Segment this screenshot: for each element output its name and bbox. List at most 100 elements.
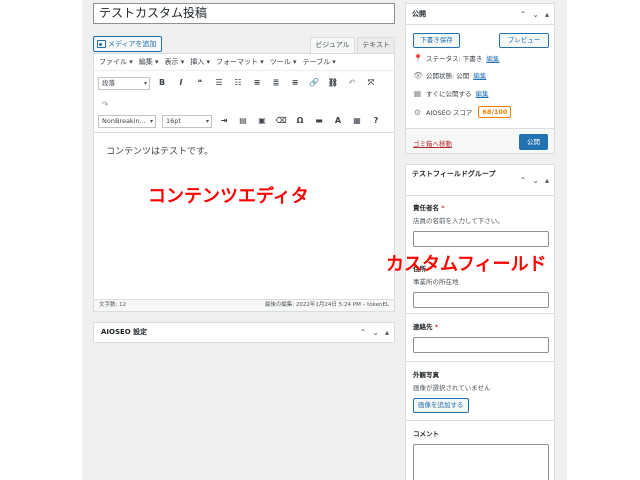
aioseo-score-label: AIOSEO スコア — [426, 109, 473, 117]
menu-format[interactable]: フォーマット ▾ — [216, 57, 264, 67]
indent-icon[interactable]: ⇥ — [217, 114, 231, 128]
required-mark: * — [434, 323, 439, 331]
align-right-icon[interactable]: ≡ — [288, 76, 302, 90]
field-label: 連絡先 — [413, 323, 433, 331]
required-mark: * — [441, 204, 445, 212]
move-up-icon[interactable]: ⌃ — [520, 4, 527, 25]
field-manager-name: 責任者名 * 店員の名前を入力して下さい。 — [413, 202, 549, 247]
field-description: 画像が選択されていません — [413, 384, 491, 392]
divider — [406, 420, 554, 421]
trash-link[interactable]: ゴミ箱へ移動 — [413, 138, 452, 148]
post-title-input[interactable]: テストカスタム投稿 — [93, 3, 395, 24]
clear-format-icon[interactable]: ⌫ — [274, 114, 288, 128]
custom-field-box-title: テストフィールドグループ — [412, 170, 496, 178]
publish-box-footer: ゴミ箱へ移動 公開 — [406, 128, 554, 153]
tab-text[interactable]: テキスト — [357, 37, 395, 53]
editor-content-text: コンテンツはテストです。 — [106, 147, 214, 157]
editor-menubar: ファイル ▾ 編集 ▾ 表示 ▾ 挿入 ▾ フォーマット ▾ ツール ▾ テーブ… — [94, 54, 394, 71]
toggle-icon[interactable]: ▴ — [545, 4, 549, 25]
paste-text-icon[interactable]: ▤ — [236, 114, 250, 128]
editor-toolbar-2: NonBreakin... 16pt ⇥ ▤ ▣ ⌫ Ω ▬ A ▦ ? — [94, 110, 394, 132]
edit-status-link[interactable]: 編集 — [486, 53, 499, 63]
menu-file[interactable]: ファイル ▾ — [99, 57, 133, 67]
save-draft-button[interactable]: 下書き保存 — [413, 33, 460, 48]
custom-field-annotation: カスタムフィールド — [386, 254, 547, 275]
text-color-icon[interactable]: A — [331, 114, 345, 128]
aioseo-logo-icon: ⚙ — [413, 107, 422, 117]
status-label: ステータス: 下書き — [426, 55, 483, 63]
editor-toolbar-1: 段落 B I ❝ ☰ ☷ ≡ ≣ ≡ 🔗 ⛓ ↶ ⤧ — [94, 72, 394, 94]
field-contact: 連絡先 * — [413, 321, 549, 353]
fullscreen-icon[interactable]: ⤧ — [364, 76, 378, 90]
clipboard-icon[interactable]: ▣ — [255, 114, 269, 128]
unlink-icon[interactable]: ⛓ — [326, 76, 340, 90]
menu-edit[interactable]: 編集 ▾ — [139, 57, 159, 67]
format-select[interactable]: 段落 — [98, 76, 150, 90]
publish-button[interactable]: 公開 — [519, 134, 548, 150]
toggle-icon[interactable]: ▴ — [545, 165, 549, 196]
align-center-icon[interactable]: ≣ — [269, 76, 283, 90]
content-editor-annotation: コンテンツエディタ — [148, 186, 309, 207]
table-icon[interactable]: ▦ — [350, 114, 364, 128]
move-up-icon[interactable]: ⌃ — [520, 165, 527, 196]
bold-icon[interactable]: B — [155, 76, 169, 90]
left-margin — [0, 0, 82, 480]
divider — [406, 361, 554, 362]
visibility-label: 公開状態: 公開 — [426, 72, 470, 80]
last-edited: 最後の編集: 2022年1月24日 5:24 PM – tokenEL — [264, 302, 389, 308]
schedule-row: ▦ すぐに公開する 編集 — [413, 88, 489, 99]
custom-field-box-header: テストフィールドグループ ⌃ ⌄ ▴ — [406, 165, 554, 196]
blockquote-icon[interactable]: ❝ — [193, 76, 207, 90]
move-down-icon[interactable]: ⌄ — [532, 165, 539, 196]
status-row: 📍 ステータス: 下書き 編集 — [413, 53, 499, 64]
help-icon[interactable]: ? — [369, 114, 383, 128]
omega-icon[interactable]: Ω — [293, 114, 307, 128]
bullet-list-icon[interactable]: ☰ — [212, 76, 226, 90]
editor-content-area[interactable]: コンテンツはテストです。 — [94, 132, 394, 299]
aioseo-score-badge[interactable]: 68/100 — [478, 106, 512, 118]
menu-tools[interactable]: ツール ▾ — [270, 57, 297, 67]
link-icon[interactable]: 🔗 — [307, 76, 321, 90]
move-down-icon[interactable]: ⌄ — [532, 4, 539, 25]
preview-button[interactable]: プレビュー — [499, 33, 549, 48]
calendar-icon: ▦ — [413, 88, 422, 98]
menu-table[interactable]: テーブル ▾ — [303, 57, 336, 67]
font-family-select[interactable]: NonBreakin... — [98, 114, 156, 128]
publish-box-title: 公開 — [412, 10, 426, 18]
add-media-label: メディアを追加 — [108, 40, 157, 48]
right-margin — [567, 0, 640, 480]
move-down-icon[interactable]: ⌄ — [372, 323, 379, 342]
add-image-button[interactable]: 画像を追加する — [413, 398, 469, 413]
add-media-button[interactable]: メディアを追加 — [93, 36, 162, 52]
undo-icon[interactable]: ↶ — [345, 76, 359, 90]
media-icon — [97, 40, 106, 48]
field-label: 外観写真 — [413, 371, 439, 379]
toggle-icon[interactable]: ▴ — [385, 323, 389, 342]
menu-view[interactable]: 表示 ▾ — [165, 57, 185, 67]
field-description: 事業所の所在地 — [413, 278, 459, 286]
edit-schedule-link[interactable]: 編集 — [476, 88, 489, 98]
field-description: 店員の名前を入力して下さい。 — [413, 217, 504, 225]
field-label: 責任者名 — [413, 204, 439, 212]
hr-icon[interactable]: ▬ — [312, 114, 326, 128]
publish-box: 公開 ⌃ ⌄ ▴ 下書き保存 プレビュー 📍 ステータス: 下書き 編集 👁 公… — [405, 3, 555, 154]
publish-box-header: 公開 ⌃ ⌄ ▴ — [406, 4, 554, 25]
aioseo-box-title: AIOSEO 設定 — [101, 328, 148, 336]
menu-insert[interactable]: 挿入 ▾ — [190, 57, 210, 67]
move-up-icon[interactable]: ⌃ — [360, 323, 367, 342]
align-left-icon[interactable]: ≡ — [250, 76, 264, 90]
manager-name-input[interactable] — [413, 231, 549, 247]
tab-visual[interactable]: ビジュアル — [310, 37, 355, 53]
aioseo-score-row: ⚙ AIOSEO スコア 68/100 — [413, 106, 512, 118]
contact-input[interactable] — [413, 337, 549, 353]
custom-field-group-box: テストフィールドグループ ⌃ ⌄ ▴ 責任者名 * 店員の名前を入力して下さい。… — [405, 164, 555, 480]
edit-visibility-link[interactable]: 編集 — [473, 70, 486, 80]
font-size-select[interactable]: 16pt — [162, 114, 212, 128]
comment-textarea[interactable] — [413, 444, 549, 480]
italic-icon[interactable]: I — [174, 76, 188, 90]
numbered-list-icon[interactable]: ☷ — [231, 76, 245, 90]
editor-status-bar: 文字数: 12 最後の編集: 2022年1月24日 5:24 PM – toke… — [94, 299, 394, 311]
eye-icon: 👁 — [413, 70, 424, 80]
address-input[interactable] — [413, 292, 549, 308]
aioseo-settings-box[interactable]: AIOSEO 設定 ⌃ ⌄ ▴ — [93, 322, 395, 343]
